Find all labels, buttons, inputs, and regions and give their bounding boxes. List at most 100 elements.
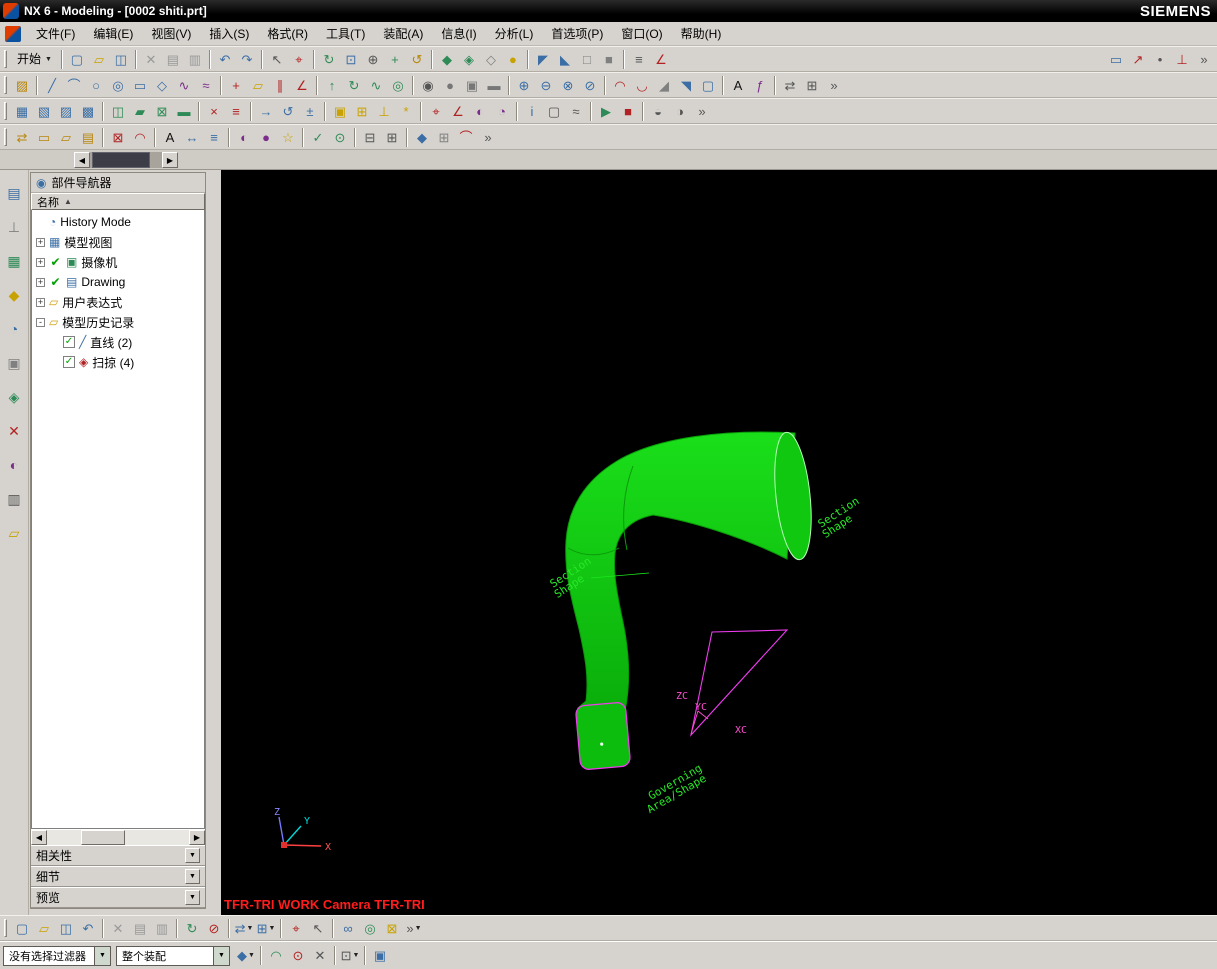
more-tools-icon[interactable]: » (1193, 48, 1215, 70)
scroll-left-icon[interactable]: ◀ (31, 830, 47, 845)
menu-item-11[interactable]: 帮助(H) (672, 22, 731, 45)
pipe-end-cap[interactable] (575, 702, 630, 770)
undo-action-icon[interactable]: ↶ (77, 917, 99, 939)
through-curves-icon[interactable]: ▦ (11, 100, 33, 122)
suppress-icon[interactable]: ⊘ (203, 917, 225, 939)
expand-icon[interactable]: + (36, 238, 45, 247)
offset-surface-icon[interactable]: ◫ (107, 100, 129, 122)
top-view-icon[interactable]: □ (576, 48, 598, 70)
plane-icon[interactable]: ▭ (1105, 48, 1127, 70)
snap-midpoint-icon[interactable]: ◠ (265, 945, 287, 967)
menu-item-5[interactable]: 工具(T) (317, 22, 374, 45)
wireframe-icon[interactable]: ◇ (480, 48, 502, 70)
resize-blend-icon[interactable]: ◠ (129, 126, 151, 148)
edit-display-icon[interactable]: ◑ (669, 100, 691, 122)
datum-plane-icon[interactable]: ▱ (247, 74, 269, 96)
scroll-right-icon[interactable]: ▶ (162, 152, 178, 168)
pattern-feature-icon[interactable]: ⊞ (801, 74, 823, 96)
clip-section-icon[interactable]: ⊞ (381, 126, 403, 148)
menu-item-6[interactable]: 装配(A) (374, 22, 432, 45)
helix-icon[interactable]: ≈ (195, 74, 217, 96)
scroll-right-icon[interactable]: ▶ (189, 830, 205, 845)
toolbar-grip[interactable] (4, 102, 7, 120)
measure-distance-icon[interactable]: ⌖ (425, 100, 447, 122)
repeat-command-icon[interactable]: ↻ (181, 917, 203, 939)
vector-icon[interactable]: ↗ (1127, 48, 1149, 70)
tree-item-label[interactable]: History Mode (60, 215, 131, 229)
subtract-icon[interactable]: ⊖ (535, 74, 557, 96)
add-component-icon[interactable]: ⊞ (351, 100, 373, 122)
boss-icon[interactable]: ● (439, 74, 461, 96)
tree-item-label[interactable]: 用户表达式 (62, 294, 122, 311)
cut-object-icon[interactable]: ✕ (107, 917, 129, 939)
collapse-icon[interactable]: - (36, 318, 45, 327)
zoom-icon[interactable]: ⊕ (362, 48, 384, 70)
send-mail-icon[interactable]: ⊠ (381, 917, 403, 939)
panel-preview[interactable]: 预览 ▼ (31, 887, 205, 908)
sketch-icon[interactable]: ▨ (11, 74, 33, 96)
templates-icon[interactable]: ▱ (3, 522, 25, 544)
pan-icon[interactable]: + (384, 48, 406, 70)
toolbar-grip[interactable] (4, 128, 7, 146)
copy-object-icon[interactable]: ▤ (129, 917, 151, 939)
chevron-down-icon[interactable]: ▼ (185, 869, 200, 884)
x-form-icon[interactable]: × (203, 100, 225, 122)
polygon-icon[interactable]: ◇ (151, 74, 173, 96)
move-object-icon[interactable]: → (255, 100, 277, 122)
tree-item[interactable]: +▱用户表达式 (32, 292, 204, 312)
pocket-icon[interactable]: ▣ (461, 74, 483, 96)
selection-filter-select[interactable]: 没有选择过滤器 ▼ (3, 946, 111, 966)
line-icon[interactable]: ╱ (41, 74, 63, 96)
interpart-link-icon[interactable]: ∞ (337, 917, 359, 939)
toolbar-grip[interactable] (4, 919, 7, 937)
system-materials-icon[interactable]: ▣ (3, 352, 25, 374)
light-icon[interactable]: ☆ (277, 126, 299, 148)
named-selection-icon[interactable]: ▢ (11, 917, 33, 939)
view-section-icon[interactable]: ⊟ (359, 126, 381, 148)
expand-icon[interactable]: + (36, 278, 45, 287)
tree-item[interactable]: ◔History Mode (32, 212, 204, 232)
snap-point-icon[interactable]: ⌖ (288, 48, 310, 70)
check-icon[interactable]: ✔ (49, 255, 62, 269)
more-utilities-icon[interactable]: »▼ (403, 917, 425, 939)
move-face-icon[interactable]: ▭ (33, 126, 55, 148)
web-browser-icon[interactable]: ◎ (359, 917, 381, 939)
menu-item-8[interactable]: 分析(L) (486, 22, 543, 45)
touch-point-icon[interactable]: ⌖ (285, 917, 307, 939)
tree-item-label[interactable]: 模型视图 (64, 234, 112, 251)
fit-view-icon[interactable]: ⊡ (340, 48, 362, 70)
i-form-icon[interactable]: ≡ (225, 100, 247, 122)
copy-icon[interactable]: ▤ (162, 48, 184, 70)
rib-icon[interactable]: ▬ (483, 74, 505, 96)
rotate-view-icon[interactable]: ↺ (406, 48, 428, 70)
examine-geometry-icon[interactable]: ✓ (307, 126, 329, 148)
new-icon[interactable]: ▢ (66, 48, 88, 70)
tube-icon[interactable]: ◎ (387, 74, 409, 96)
history-palette-icon[interactable]: ◔ (3, 318, 25, 340)
tree-item[interactable]: ✓╱直线 (2) (32, 332, 204, 352)
swept-pipe-model[interactable] (566, 432, 795, 711)
tree-item-label[interactable]: 扫掠 (4) (92, 354, 134, 371)
point-icon[interactable]: • (1149, 48, 1171, 70)
tree-item-label[interactable]: 摄像机 (81, 254, 117, 271)
information-icon[interactable]: i (521, 100, 543, 122)
sweep-along-guide-icon[interactable]: ∿ (365, 74, 387, 96)
tree-item-label[interactable]: 模型历史记录 (62, 314, 134, 331)
roles-icon[interactable]: ◐ (3, 454, 25, 476)
save-icon[interactable]: ◫ (110, 48, 132, 70)
shell-icon[interactable]: ▢ (697, 74, 719, 96)
delete-face-icon[interactable]: ⊠ (107, 126, 129, 148)
name-column-header[interactable]: 名称 ▲ (31, 193, 205, 210)
trim-body-icon[interactable]: ⊘ (579, 74, 601, 96)
open-recent-icon[interactable]: ▱ (33, 917, 55, 939)
scrollbar-track[interactable] (47, 830, 189, 845)
assembly-icon[interactable]: ▣ (329, 100, 351, 122)
text-icon[interactable]: A (727, 74, 749, 96)
annotation-icon[interactable]: A (159, 126, 181, 148)
menu-item-1[interactable]: 编辑(E) (84, 22, 142, 45)
hole-icon[interactable]: ◉ (417, 74, 439, 96)
section-analysis-icon[interactable]: ◐ (469, 100, 491, 122)
navigation-cube-icon[interactable]: ◆ (411, 126, 433, 148)
visualization-icon[interactable]: ◐ (233, 126, 255, 148)
dialog-rail-icon[interactable]: ▥ (3, 488, 25, 510)
